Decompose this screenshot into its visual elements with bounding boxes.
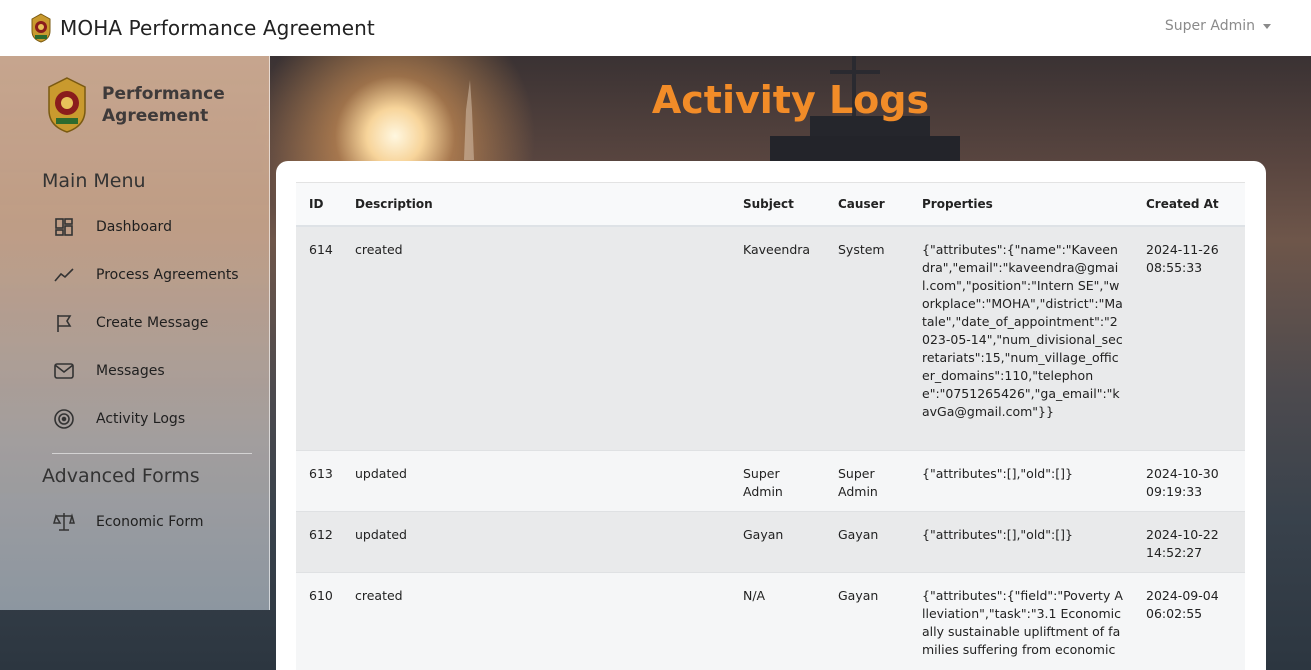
sidebar-item-label: Activity Logs — [96, 411, 186, 427]
cell-created-at: 2024-10-22 14:52:27 — [1146, 527, 1219, 560]
scale-icon — [52, 510, 76, 534]
sidebar-item-dashboard[interactable]: Dashboard — [52, 215, 172, 239]
cell-created-at: 2024-10-30 09:19:33 — [1146, 466, 1219, 499]
cell-created-at: 2024-11-26 08:55:33 — [1146, 242, 1219, 275]
user-name: Super Admin — [1164, 18, 1255, 34]
app-title: MOHA Performance Agreement — [60, 16, 375, 40]
cell-id: 610 — [309, 588, 333, 603]
sidebar-brand[interactable]: Performance Agreement — [46, 76, 225, 134]
sidebar-item-economic-form[interactable]: Economic Form — [52, 510, 204, 534]
flag-icon — [52, 311, 76, 335]
cell-causer: Gayan — [838, 527, 879, 542]
advanced-forms-heading: Advanced Forms — [42, 465, 200, 487]
sidebar-item-activity-logs[interactable]: Activity Logs — [52, 407, 185, 431]
sidebar-item-label: Process Agreements — [96, 267, 239, 283]
page-title: Activity Logs — [651, 78, 930, 122]
sidebar: Performance Agreement Main Menu Dashboar… — [0, 56, 270, 610]
cell-properties: {"attributes":{"name":"Kaveendra","email… — [922, 242, 1123, 419]
column-header-properties[interactable]: Properties — [922, 197, 1124, 211]
sidebar-item-label: Create Message — [96, 315, 209, 331]
table-row: 614 created Kaveendra System {"attribute… — [296, 227, 1245, 451]
column-header-subject[interactable]: Subject — [743, 197, 823, 211]
sidebar-item-label: Economic Form — [96, 514, 204, 530]
cell-created-at: 2024-09-04 06:02:55 — [1146, 588, 1219, 621]
cell-subject: Super Admin — [743, 466, 783, 499]
sidebar-item-label: Dashboard — [96, 219, 172, 235]
table-header: ID Description Subject Causer Properties… — [296, 183, 1245, 227]
cell-causer: Gayan — [838, 588, 879, 603]
cell-properties: {"attributes":[],"old":[]} — [922, 527, 1073, 542]
brand-line-2: Agreement — [102, 106, 209, 126]
target-icon — [52, 407, 76, 431]
column-header-causer[interactable]: Causer — [838, 197, 908, 211]
sidebar-item-messages[interactable]: Messages — [52, 359, 165, 383]
cell-properties: {"attributes":{"field":"Poverty Alleviat… — [922, 588, 1123, 657]
sidebar-item-process-agreements[interactable]: Process Agreements — [52, 263, 239, 287]
column-header-id[interactable]: ID — [309, 197, 323, 211]
activity-logs-table: ID Description Subject Causer Properties… — [296, 182, 1245, 670]
cell-description: updated — [355, 466, 407, 481]
emblem-logo — [31, 13, 51, 43]
table-row: 610 created N/A Gayan {"attributes":{"fi… — [296, 573, 1245, 670]
column-header-description[interactable]: Description — [355, 197, 433, 211]
emblem-logo — [48, 77, 86, 133]
sidebar-divider — [52, 453, 252, 454]
mail-icon — [52, 359, 76, 383]
cell-subject: N/A — [743, 588, 766, 603]
sidebar-brand-text: Performance Agreement — [102, 83, 225, 127]
user-dropdown[interactable]: Super Admin — [1165, 18, 1271, 34]
sidebar-item-label: Messages — [96, 363, 165, 379]
chevron-down-icon — [1263, 23, 1271, 29]
cell-causer: System — [838, 242, 885, 257]
main-menu-heading: Main Menu — [42, 170, 146, 192]
trend-line-icon — [52, 263, 76, 287]
top-navbar: MOHA Performance Agreement Super Admin — [0, 0, 1311, 56]
cell-subject: Kaveendra — [743, 242, 811, 257]
cell-description: created — [355, 588, 403, 603]
cell-description: updated — [355, 527, 407, 542]
navbar-brand[interactable]: MOHA Performance Agreement — [30, 13, 375, 43]
cell-properties: {"attributes":[],"old":[]} — [922, 466, 1073, 481]
table-row: 613 updated Super Admin Super Admin {"at… — [296, 451, 1245, 512]
column-header-created-at[interactable]: Created At — [1146, 197, 1236, 211]
activity-logs-card: ID Description Subject Causer Properties… — [276, 161, 1266, 670]
cell-id: 612 — [309, 527, 333, 542]
cell-id: 613 — [309, 466, 333, 481]
cell-causer: Super Admin — [838, 466, 878, 499]
cell-subject: Gayan — [743, 527, 784, 542]
sidebar-item-create-message[interactable]: Create Message — [52, 311, 208, 335]
table-row: 612 updated Gayan Gayan {"attributes":[]… — [296, 512, 1245, 573]
dashboard-icon — [52, 215, 76, 239]
cell-id: 614 — [309, 242, 333, 257]
brand-line-1: Performance — [102, 84, 225, 104]
cell-description: created — [355, 242, 403, 257]
